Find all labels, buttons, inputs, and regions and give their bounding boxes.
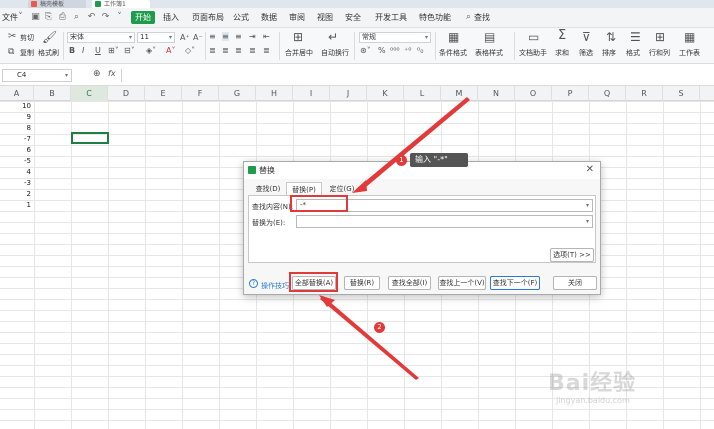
arrow-head-icon xyxy=(352,180,367,193)
step-badge-1: 1 xyxy=(396,155,407,166)
step-badge-2: 2 xyxy=(374,322,385,333)
arrow-to-replace-all xyxy=(320,296,419,380)
arrow-to-find xyxy=(356,97,470,192)
watermark-text: Bai经验 xyxy=(548,371,637,396)
watermark-url: jingyan.baidu.com xyxy=(556,396,630,405)
watermark: Bai经验 jingyan.baidu.com xyxy=(548,365,698,425)
annotation-tag: 输入 "-*" xyxy=(410,153,468,167)
